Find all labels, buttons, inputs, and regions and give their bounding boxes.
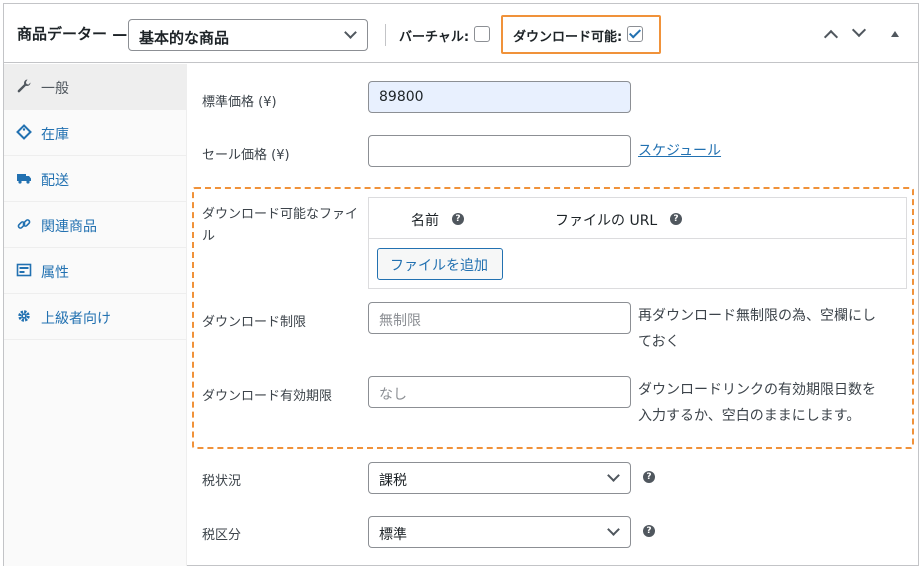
product-data-panel: 商品データー — 基本的な商品 バーチャル: ダウンロード可能: 一般 在庫 配… [3,3,919,566]
tax-class-label: 税区分 [202,528,242,543]
chevron-down-icon [607,469,620,482]
tab-inventory[interactable]: 在庫 [4,110,187,156]
chevron-down-icon [344,26,357,39]
tab-general[interactable]: 一般 [4,64,187,110]
gear-icon [18,310,30,322]
collapse-toggle-icon[interactable] [891,31,899,37]
column-url-header: ファイルの URL [555,213,658,229]
move-up-icon[interactable] [823,29,839,45]
download-limit-placeholder: 無制限 [379,313,421,329]
download-expiry-input[interactable]: なし [368,376,631,408]
product-type-select[interactable]: 基本的な商品 [128,19,368,51]
product-type-value: 基本的な商品 [139,29,230,47]
virtual-checkbox[interactable] [474,26,490,42]
help-icon[interactable]: ? [643,471,655,483]
download-expiry-placeholder: なし [379,387,407,403]
tab-inventory-label: 在庫 [41,127,69,143]
tab-shipping[interactable]: 配送 [4,156,187,202]
help-icon[interactable]: ? [670,213,682,225]
download-expiry-description-line2: 入力するか、空白のままにします。 [638,408,861,424]
tab-shipping-label: 配送 [41,173,69,189]
tab-advanced-label: 上級者向け [41,311,111,327]
tab-attributes-label: 属性 [41,265,69,281]
move-down-icon[interactable] [851,22,867,38]
sale-price-input[interactable] [368,135,631,167]
download-limit-label: ダウンロード制限 [202,315,307,330]
sale-price-label: セール価格 (¥) [202,148,290,163]
divider [385,24,386,46]
link-icon [17,219,31,229]
chevron-down-icon [607,523,620,536]
add-file-button-label: ファイルを追加 [390,258,488,274]
panel-header: 商品データー — 基本的な商品 バーチャル: ダウンロード可能: [4,4,918,63]
downloadable-files-label: ダウンロード可能なファイル [202,207,359,244]
tax-class-value: 標準 [379,527,407,543]
add-file-button[interactable]: ファイルを追加 [377,248,503,280]
panel-title: 商品データー — [17,25,128,43]
download-limit-description-line1: 再ダウンロード無制限の為、空欄にし [638,308,876,324]
tab-attributes[interactable]: 属性 [4,248,187,294]
help-icon[interactable]: ? [643,525,655,537]
tab-advanced[interactable]: 上級者向け [4,294,187,340]
product-data-tabs: 一般 在庫 配送 関連商品 属性 上級者向け [4,64,187,566]
help-icon[interactable]: ? [452,213,464,225]
list-icon [16,263,32,277]
download-expiry-description-line1: ダウンロードリンクの有効期限日数を [638,382,876,398]
downloadable-files-table: 名前 ? ファイルの URL ? ファイルを追加 [368,197,907,289]
regular-price-input[interactable]: 89800 [368,81,631,113]
tab-linked-products[interactable]: 関連商品 [4,202,187,248]
tax-class-select[interactable]: 標準 [368,516,631,548]
tax-status-select[interactable]: 課税 [368,462,631,494]
download-expiry-label: ダウンロード有効期限 [202,389,333,404]
download-limit-description-line2: ておく [638,334,680,350]
tab-linked-products-label: 関連商品 [41,219,97,235]
schedule-link[interactable]: スケジュール [638,140,721,160]
tab-general-label: 一般 [41,81,69,97]
downloadable-checkbox[interactable] [627,26,643,42]
files-table-header: 名前 ? ファイルの URL ? [369,198,906,239]
downloadable-label: ダウンロード可能: [513,30,623,45]
regular-price-value: 89800 [379,89,424,105]
tax-status-value: 課税 [379,473,407,489]
tax-status-label: 税状況 [202,474,242,489]
tag-icon [16,124,32,140]
virtual-label: バーチャル: [399,30,470,45]
wrench-icon [17,79,31,93]
truck-icon [17,174,31,184]
column-name-header: 名前 [411,213,439,229]
checkmark-icon [628,26,642,39]
regular-price-label: 標準価格 (¥) [202,95,277,110]
download-limit-input[interactable]: 無制限 [368,302,631,334]
